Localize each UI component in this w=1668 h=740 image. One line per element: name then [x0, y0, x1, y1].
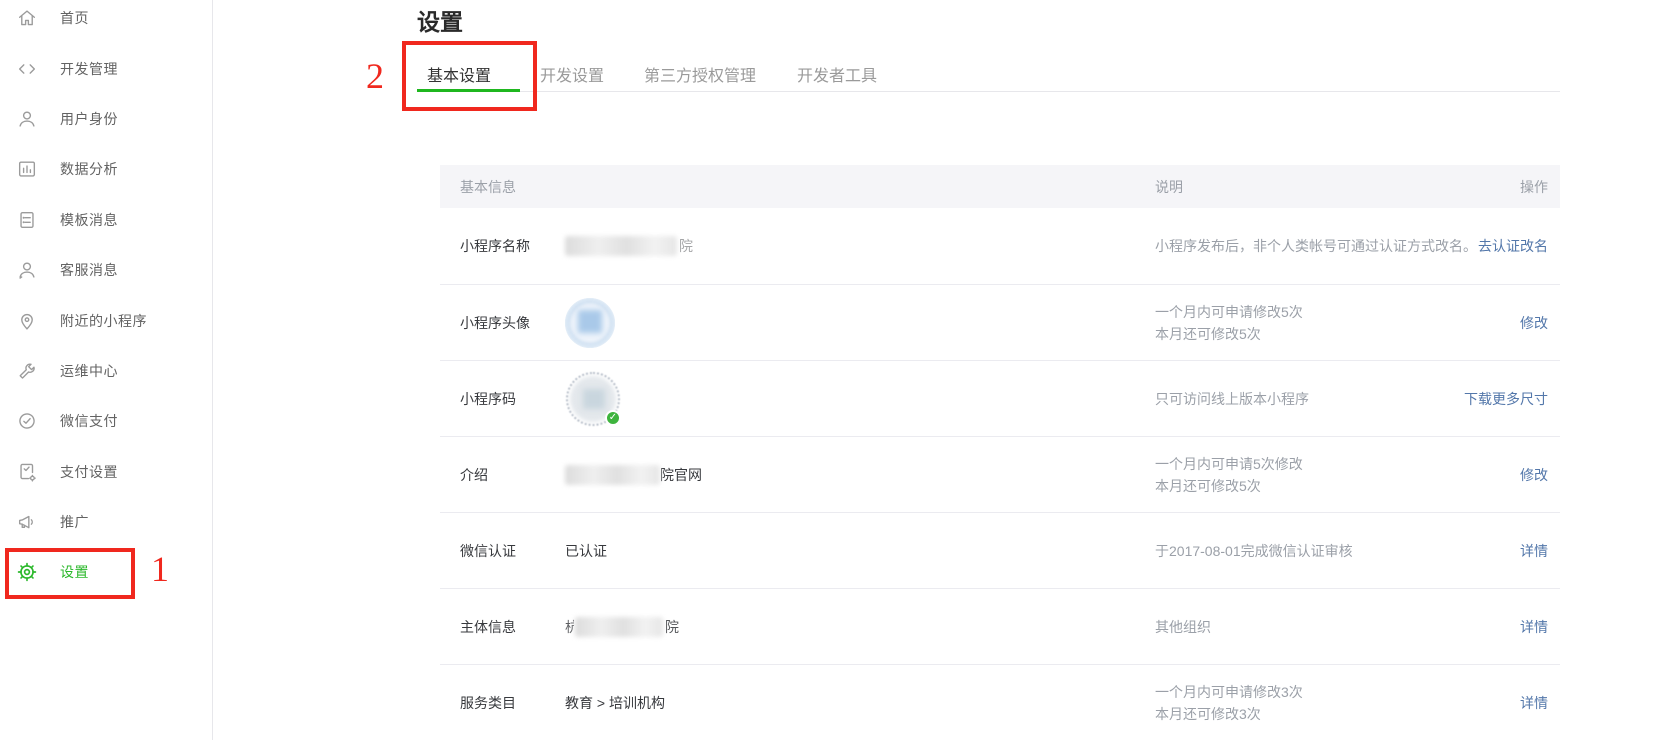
row-description: 一个月内可申请5次修改 本月还可修改5次 [1155, 453, 1548, 497]
category-details-link[interactable]: 详情 [1520, 693, 1548, 713]
sidebar-item-label: 推广 [60, 512, 89, 532]
sidebar-item-data-analysis[interactable]: 数据分析 [0, 144, 212, 194]
download-more-sizes-link[interactable]: 下载更多尺寸 [1464, 389, 1548, 409]
miniprogram-code-value: ✓ [565, 371, 1155, 427]
wechat-pay-icon [15, 409, 39, 433]
sidebar-item-nearby-miniprogram[interactable]: 附近的小程序 [0, 295, 212, 345]
user-icon [15, 107, 39, 131]
redacted-text [565, 465, 660, 485]
table-row: 小程序头像 一个月内可申请修改5次 本月还可修改5次 修改 [440, 284, 1560, 360]
sidebar-item-label: 开发管理 [60, 59, 118, 79]
sidebar-item-label: 用户身份 [60, 109, 118, 129]
row-description: 其他组织 [1155, 616, 1548, 638]
annotation-number-2: 2 [366, 58, 384, 94]
redacted-text [565, 236, 677, 256]
location-pin-icon [15, 309, 39, 333]
sidebar-item-label: 支付设置 [60, 462, 118, 482]
sidebar-item-user-identity[interactable]: 用户身份 [0, 94, 212, 144]
partial-char: 院 [679, 236, 693, 256]
subject-info-value: 杭 院 [565, 617, 1155, 637]
sidebar-item-label: 客服消息 [60, 260, 118, 280]
row-label: 小程序头像 [460, 313, 565, 333]
tab-basic-settings[interactable]: 基本设置 [427, 62, 491, 86]
sidebar-item-template-message[interactable]: 模板消息 [0, 195, 212, 245]
wrench-icon [15, 359, 39, 383]
tab-dev-settings[interactable]: 开发设置 [540, 62, 604, 86]
miniprogram-avatar-value [565, 298, 1155, 348]
sidebar-item-label: 模板消息 [60, 210, 118, 230]
header-description: 说明 [1155, 177, 1548, 197]
tab-developer-tools[interactable]: 开发者工具 [797, 62, 877, 86]
wechat-verification-value: 已认证 [565, 541, 1155, 561]
row-label: 小程序名称 [460, 236, 565, 256]
row-label: 小程序码 [460, 389, 565, 409]
service-category-value: 教育 > 培训机构 [565, 693, 1155, 713]
subject-details-link[interactable]: 详情 [1520, 617, 1548, 637]
sidebar-item-label: 运维中心 [60, 361, 118, 381]
modify-avatar-link[interactable]: 修改 [1520, 313, 1548, 333]
row-label: 主体信息 [460, 617, 565, 637]
table-header: 基本信息 说明 操作 [440, 165, 1560, 208]
payment-settings-icon [15, 460, 39, 484]
visible-text: 院官网 [660, 465, 702, 485]
verified-badge-icon: ✓ [605, 410, 621, 426]
table-row: 小程序名称 院 小程序发布后，非个人类帐号可通过认证方式改名。 去认证改名 [440, 208, 1560, 284]
sidebar-item-label: 附近的小程序 [60, 311, 147, 331]
rename-via-verification-link[interactable]: 去认证改名 [1478, 236, 1548, 256]
redacted-text [575, 617, 663, 637]
modify-introduction-link[interactable]: 修改 [1520, 465, 1548, 485]
code-icon [15, 57, 39, 81]
row-description: 一个月内可申请修改3次 本月还可修改3次 [1155, 681, 1548, 725]
header-action: 操作 [1520, 177, 1548, 197]
table-row: 介绍 院官网 一个月内可申请5次修改 本月还可修改5次 修改 [440, 436, 1560, 512]
row-label: 服务类目 [460, 693, 565, 713]
row-description: 于2017-08-01完成微信认证审核 [1155, 540, 1548, 562]
table-row: 微信认证 已认证 于2017-08-01完成微信认证审核 详情 [440, 512, 1560, 588]
template-message-icon [15, 208, 39, 232]
sidebar-item-label: 微信支付 [60, 411, 118, 431]
header-basic-info: 基本信息 [460, 177, 565, 197]
gear-icon [15, 560, 39, 584]
sidebar-item-label: 数据分析 [60, 159, 118, 179]
annotation-number-1: 1 [151, 551, 169, 587]
sidebar-item-payment-settings[interactable]: 支付设置 [0, 447, 212, 497]
table-row: 主体信息 杭 院 其他组织 详情 [440, 588, 1560, 664]
home-icon [15, 6, 39, 30]
page-title: 设置 [417, 3, 463, 37]
sidebar-item-ops-center[interactable]: 运维中心 [0, 346, 212, 396]
sidebar-item-home[interactable]: 首页 [0, 0, 212, 43]
introduction-value: 院官网 [565, 465, 1155, 485]
sidebar-item-customer-service[interactable]: 客服消息 [0, 245, 212, 295]
tabs-divider [417, 91, 1560, 92]
row-label: 微信认证 [460, 541, 565, 561]
row-label: 介绍 [460, 465, 565, 485]
miniprogram-name-value: 院 [565, 236, 1155, 256]
row-description: 一个月内可申请修改5次 本月还可修改5次 [1155, 301, 1548, 345]
avatar [565, 298, 615, 348]
bar-chart-icon [15, 157, 39, 181]
mini-program-code-image: ✓ [565, 371, 621, 427]
basic-info-table: 基本信息 说明 操作 小程序名称 院 小程序发布后，非个人类帐号可通过认证方式改… [440, 165, 1560, 740]
sidebar-item-label: 设置 [60, 562, 89, 582]
sidebar-item-label: 首页 [60, 8, 89, 28]
sidebar-nav: 首页 开发管理 用户身份 数据分析 模板消息 [0, 0, 212, 598]
table-row: 小程序码 ✓ 只可访问线上版本小程序 下载更多尺寸 [440, 360, 1560, 436]
partial-char: 杭 [565, 617, 574, 637]
megaphone-icon [15, 510, 39, 534]
tab-third-party-auth[interactable]: 第三方授权管理 [644, 62, 756, 86]
visible-text: 院 [665, 617, 679, 637]
sidebar-item-settings[interactable]: 设置 [0, 547, 212, 597]
customer-service-icon [15, 258, 39, 282]
verification-details-link[interactable]: 详情 [1520, 541, 1548, 561]
sidebar-item-wechat-pay[interactable]: 微信支付 [0, 396, 212, 446]
active-tab-underline [417, 89, 520, 92]
table-row: 服务类目 教育 > 培训机构 一个月内可申请修改3次 本月还可修改3次 详情 [440, 664, 1560, 740]
sidebar: 首页 开发管理 用户身份 数据分析 模板消息 [0, 0, 213, 740]
sidebar-item-dev-management[interactable]: 开发管理 [0, 43, 212, 93]
sidebar-item-promotion[interactable]: 推广 [0, 497, 212, 547]
